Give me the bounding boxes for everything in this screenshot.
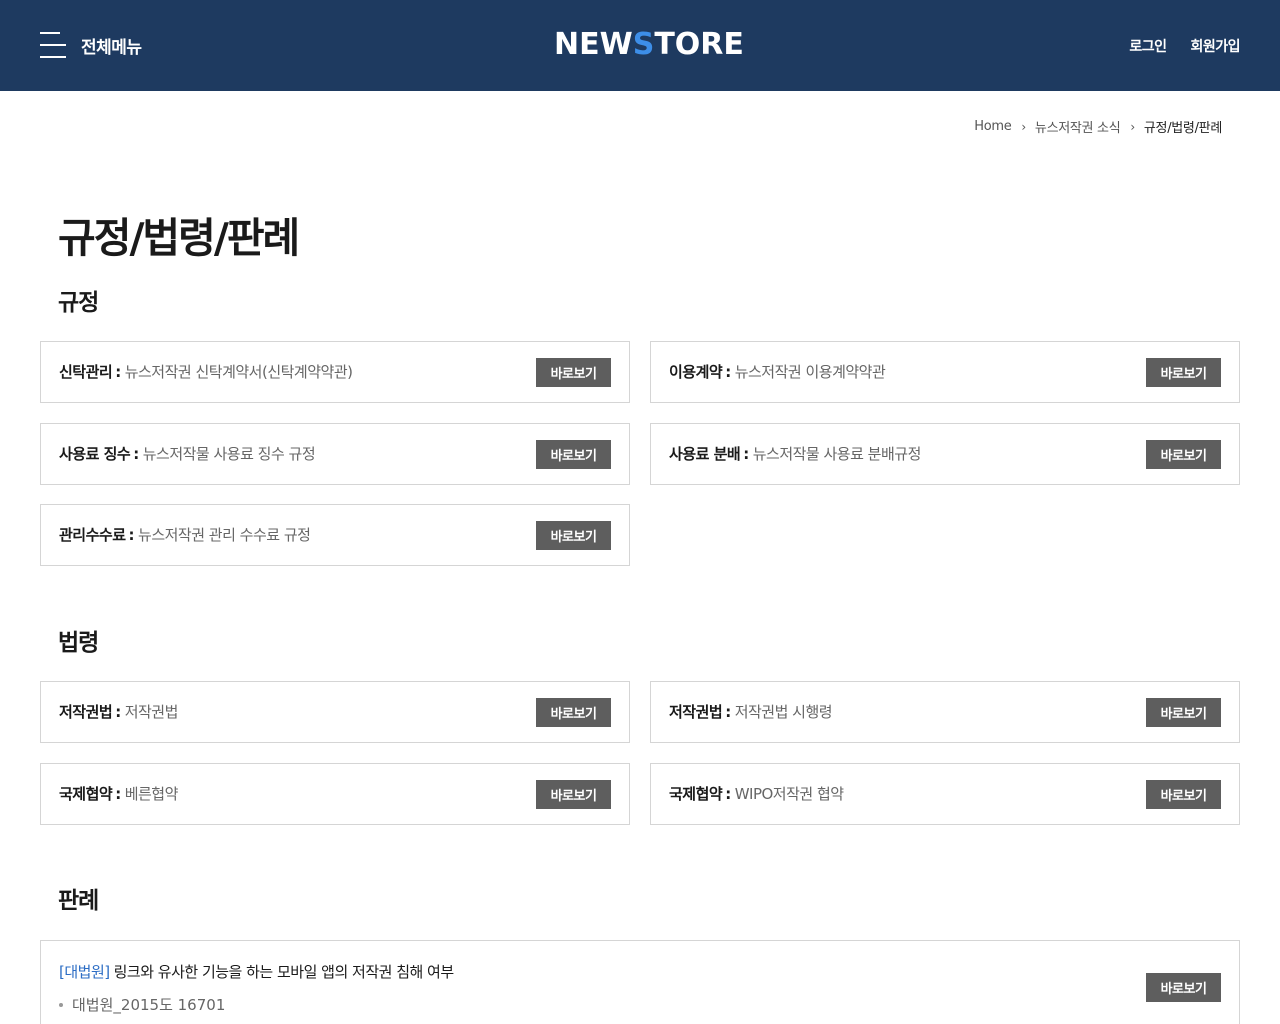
breadcrumb-home[interactable]: Home — [974, 119, 1012, 134]
login-link[interactable]: 로그인 — [1129, 36, 1167, 56]
law-card-enforcement-decree: 저작권법: 저작권법 시행령 바로보기 — [650, 681, 1240, 743]
view-button[interactable]: 바로보기 — [536, 521, 611, 550]
case-meta: 대법원_2015도 16701 — [59, 994, 225, 1015]
breadcrumb-current: 규정/법령/판례 — [1143, 121, 1222, 136]
site-logo[interactable]: NEWSTORE — [554, 28, 744, 62]
case-title[interactable]: [대법원] 링크와 유사한 기능을 하는 모바일 앱의 저작권 침해 여부 — [59, 961, 454, 982]
law-card-wipo: 국제협약: WIPO저작권 협약 바로보기 — [650, 763, 1240, 825]
view-button[interactable]: 바로보기 — [1146, 973, 1221, 1002]
chevron-right-icon: › — [1130, 119, 1135, 134]
page-title: 규정/법령/판례 — [58, 214, 300, 262]
case-number: 대법원_2015도 16701 — [72, 996, 226, 1014]
card-desc: 뉴스저작물 사용료 분배규정 — [752, 445, 922, 463]
all-menu-label: 전체메뉴 — [81, 37, 142, 58]
all-menu-button[interactable]: 전체메뉴 — [40, 32, 142, 58]
card-label: 국제협약 — [59, 785, 113, 803]
card-label: 국제협약 — [669, 785, 723, 803]
card-desc: 베른협약 — [124, 785, 179, 803]
card-label: 관리수수료 — [59, 526, 126, 544]
rule-card-fee-collection: 사용료 징수: 뉴스저작물 사용료 징수 규정 바로보기 — [40, 423, 630, 485]
case-court-tag: [대법원] — [59, 963, 110, 981]
logo-text-tore: TORE — [654, 27, 744, 62]
law-card-berne: 국제협약: 베른협약 바로보기 — [40, 763, 630, 825]
logo-text-new: NEW — [554, 27, 633, 62]
rule-card-management-fee: 관리수수료: 뉴스저작권 관리 수수료 규정 바로보기 — [40, 504, 630, 566]
view-button[interactable]: 바로보기 — [1146, 358, 1221, 387]
card-desc: 저작권법 시행령 — [734, 703, 833, 721]
bullet-icon — [59, 1002, 63, 1007]
rule-card-trust: 신탁관리: 뉴스저작권 신탁계약서(신탁계약약관) 바로보기 — [40, 341, 630, 403]
rule-card-fee-distribution: 사용료 분배: 뉴스저작물 사용료 분배규정 바로보기 — [650, 423, 1240, 485]
site-header: 전체메뉴 NEWSTORE 로그인 회원가입 — [0, 0, 1280, 91]
view-button[interactable]: 바로보기 — [1146, 780, 1221, 809]
rule-card-usage-contract: 이용계약: 뉴스저작권 이용계약약관 바로보기 — [650, 341, 1240, 403]
view-button[interactable]: 바로보기 — [1146, 440, 1221, 469]
section-title-cases: 판례 — [58, 888, 99, 914]
card-desc: 뉴스저작권 관리 수수료 규정 — [138, 526, 311, 544]
law-card-copyright-act: 저작권법: 저작권법 바로보기 — [40, 681, 630, 743]
view-button[interactable]: 바로보기 — [1146, 698, 1221, 727]
signup-link[interactable]: 회원가입 — [1190, 36, 1240, 56]
card-label: 사용료 징수 — [59, 445, 131, 463]
case-title-text: 링크와 유사한 기능을 하는 모바일 앱의 저작권 침해 여부 — [113, 963, 455, 981]
card-label: 저작권법 — [669, 703, 723, 721]
view-button[interactable]: 바로보기 — [536, 358, 611, 387]
card-desc: WIPO저작권 협약 — [734, 785, 844, 803]
hamburger-icon — [40, 32, 66, 58]
breadcrumb: Home › 뉴스저작권 소식 › 규정/법령/판례 — [974, 117, 1222, 136]
card-label: 저작권법 — [59, 703, 113, 721]
case-card: [대법원] 링크와 유사한 기능을 하는 모바일 앱의 저작권 침해 여부 대법원… — [40, 940, 1240, 1024]
breadcrumb-news[interactable]: 뉴스저작권 소식 — [1035, 117, 1121, 136]
auth-links: 로그인 회원가입 — [1129, 36, 1240, 56]
view-button[interactable]: 바로보기 — [536, 440, 611, 469]
section-title-laws: 법령 — [58, 630, 99, 656]
section-title-rules: 규정 — [58, 290, 99, 316]
card-desc: 뉴스저작권 이용계약약관 — [734, 363, 886, 381]
view-button[interactable]: 바로보기 — [536, 780, 611, 809]
chevron-right-icon: › — [1021, 119, 1026, 134]
card-label: 신탁관리 — [59, 363, 113, 381]
card-label: 사용료 분배 — [669, 445, 741, 463]
card-label: 이용계약 — [669, 363, 723, 381]
view-button[interactable]: 바로보기 — [536, 698, 611, 727]
logo-text-accent: S — [632, 27, 655, 62]
card-desc: 저작권법 — [124, 703, 179, 721]
card-desc: 뉴스저작권 신탁계약서(신탁계약약관) — [124, 363, 353, 381]
card-desc: 뉴스저작물 사용료 징수 규정 — [142, 445, 316, 463]
